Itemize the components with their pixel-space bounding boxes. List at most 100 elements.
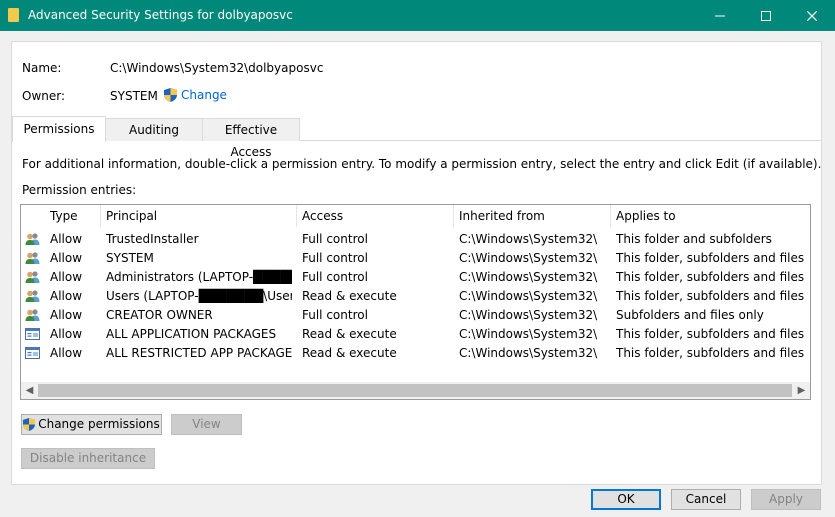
entry-type: Allow (50, 308, 83, 322)
scrollbar-thumb[interactable] (38, 384, 792, 397)
close-icon (807, 10, 817, 21)
permission-entry-row[interactable]: Allow TrustedInstaller Full control C:\Wind… (21, 230, 810, 249)
title-bar[interactable]: Advanced Security Settings for dolbyapos… (0, 0, 835, 31)
entry-applies: This folder and subfolders (616, 232, 772, 246)
minimize-icon (715, 15, 725, 16)
package-icon (25, 327, 40, 344)
entry-type: Allow (50, 327, 83, 341)
uac-shield-icon (164, 88, 177, 102)
permission-entry-row[interactable]: Allow SYSTEM Full control C:\Windows\System… (21, 249, 810, 268)
entry-access: Full control (302, 251, 368, 265)
view-button[interactable]: View (171, 414, 242, 435)
permission-entries-list[interactable]: Type Principal Access Inherited from App… (20, 204, 811, 400)
tab-effective-access-label: Effective Access (224, 123, 278, 159)
users-icon (25, 232, 40, 249)
change-permissions-label: Change permissions (38, 417, 160, 431)
horizontal-scrollbar[interactable]: ◀ ▶ (21, 382, 810, 399)
entry-principal: Users (LAPTOP-███████\Users) (106, 289, 292, 303)
users-icon (25, 251, 40, 268)
tab-permissions-label: Permissions (23, 122, 95, 136)
entry-access: Read & execute (302, 346, 397, 360)
column-type-label: Type (50, 209, 78, 223)
package-icon (25, 346, 40, 363)
change-link-label: Change (181, 88, 227, 102)
entry-principal: ALL APPLICATION PACKAGES (106, 327, 277, 341)
column-access-label: Access (302, 209, 344, 223)
entry-applies: Subfolders and files only (616, 308, 764, 322)
entry-type: Allow (50, 346, 83, 360)
entry-applies: This folder, subfolders and files (616, 346, 805, 360)
permission-entries-label: Permission entries: (22, 183, 137, 197)
entry-inherited: C:\Windows\System32\ (459, 308, 598, 322)
column-type[interactable]: Type (44, 205, 100, 227)
entry-principal: SYSTEM (106, 251, 154, 265)
scroll-right-icon[interactable]: ▶ (793, 382, 810, 399)
column-principal[interactable]: Principal (100, 205, 296, 227)
scroll-left-icon[interactable]: ◀ (21, 382, 38, 399)
apply-label: Apply (769, 492, 803, 506)
tab-auditing-label: Auditing (128, 123, 180, 137)
apply-button[interactable]: Apply (751, 489, 821, 510)
change-owner-link[interactable]: Change (164, 88, 227, 102)
tab-auditing[interactable]: Auditing (104, 118, 204, 141)
entry-access: Full control (302, 232, 368, 246)
tab-permissions[interactable]: Permissions (12, 116, 106, 142)
users-icon (25, 270, 40, 287)
maximize-button[interactable] (743, 0, 789, 31)
users-icon (25, 308, 40, 325)
entry-principal: ALL RESTRICTED APP PACKAGES (106, 346, 292, 360)
disable-inheritance-label: Disable inheritance (29, 451, 147, 465)
folder-icon (8, 8, 19, 22)
entry-inherited: C:\Windows\System32\ (459, 327, 598, 341)
entry-access: Full control (302, 270, 368, 284)
entry-principal: Administrators (LAPTOP-███████. (106, 270, 292, 284)
column-principal-label: Principal (106, 209, 158, 223)
entry-type: Allow (50, 289, 83, 303)
column-access[interactable]: Access (296, 205, 453, 227)
entry-applies: This folder, subfolders and files (616, 289, 805, 303)
cancel-button[interactable]: Cancel (671, 489, 741, 510)
ok-button[interactable]: OK (591, 489, 661, 510)
entry-access: Read & execute (302, 289, 397, 303)
entry-access: Full control (302, 308, 368, 322)
column-inherited-from[interactable]: Inherited from (453, 205, 610, 227)
entry-type: Allow (50, 270, 83, 284)
tab-effective-access[interactable]: Effective Access (202, 118, 300, 159)
entry-applies: This folder, subfolders and files (616, 327, 805, 341)
entry-type: Allow (50, 251, 83, 265)
minimize-button[interactable] (697, 0, 743, 31)
column-applies-to[interactable]: Applies to (610, 205, 810, 227)
view-label: View (192, 417, 221, 431)
permission-entry-row[interactable]: Allow ALL RESTRICTED APP PACKAGES Read & e… (21, 344, 810, 363)
entry-inherited: C:\Windows\System32\ (459, 346, 598, 360)
users-icon (25, 289, 40, 306)
close-button[interactable] (789, 0, 835, 31)
cancel-label: Cancel (685, 492, 727, 506)
change-permissions-button[interactable]: Change permissions (21, 414, 162, 435)
entry-applies: This folder, subfolders and files (616, 270, 805, 284)
maximize-icon (761, 10, 771, 21)
name-label: Name: (22, 61, 62, 75)
entry-principal: TrustedInstaller (106, 232, 199, 246)
ok-label: OK (617, 492, 635, 506)
entry-inherited: C:\Windows\System32\ (459, 289, 598, 303)
list-header: Type Principal Access Inherited from App… (21, 205, 810, 227)
entry-inherited: C:\Windows\System32\ (459, 232, 598, 246)
owner-value: SYSTEM (110, 89, 158, 103)
permission-entry-row[interactable]: Allow CREATOR OWNER Full control C:\Windows… (21, 306, 810, 325)
entry-applies: This folder, subfolders and files (616, 251, 805, 265)
entry-principal: CREATOR OWNER (106, 308, 213, 322)
entry-inherited: C:\Windows\System32\ (459, 251, 598, 265)
entry-access: Read & execute (302, 327, 397, 341)
permission-entry-row[interactable]: Allow Administrators (LAPTOP-███████. Full… (21, 268, 810, 287)
info-text: For additional information, double-click… (22, 157, 822, 171)
permission-entry-row[interactable]: Allow ALL APPLICATION PACKAGES Read & exec… (21, 325, 810, 344)
uac-shield-icon (23, 418, 36, 431)
disable-inheritance-button[interactable]: Disable inheritance (21, 448, 155, 469)
owner-label: Owner: (22, 89, 66, 103)
permission-entry-row[interactable]: Allow Users (LAPTOP-███████\Users) Read & … (21, 287, 810, 306)
column-applies-label: Applies to (616, 209, 676, 223)
column-inherited-label: Inherited from (459, 209, 545, 223)
window-title: Advanced Security Settings for dolbyapos… (28, 8, 293, 22)
entry-type: Allow (50, 232, 83, 246)
